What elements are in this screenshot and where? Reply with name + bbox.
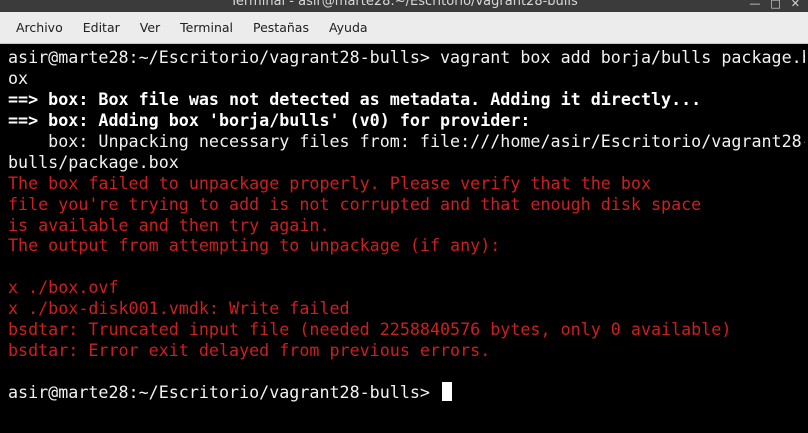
maximize-icon[interactable]: □ (770, 0, 780, 9)
window-title: Terminal - asir@marte28:~/Escritorio/vag… (230, 0, 578, 9)
menu-terminal[interactable]: Terminal (171, 16, 242, 39)
window-titlebar[interactable]: Terminal - asir@marte28:~/Escritorio/vag… (0, 0, 808, 12)
shell-prompt: asir@marte28:~/Escritorio/vagrant28-bull… (8, 382, 441, 402)
minimize-icon[interactable]: — (749, 0, 760, 9)
terminal-line: box: Unpacking necessary files from: fil… (8, 130, 808, 151)
close-icon[interactable]: ✕ (791, 0, 800, 9)
terminal-line: bsdtar: Truncated input file (needed 225… (8, 319, 732, 340)
prompt-line[interactable]: asir@marte28:~/Escritorio/vagrant28-bull… (8, 382, 808, 403)
terminal-output[interactable]: asir@marte28:~/Escritorio/vagrant28-bull… (0, 44, 808, 433)
terminal-line: is available and then try again. (8, 214, 330, 235)
menu-bar: Archivo Editar Ver Terminal Pestañas Ayu… (0, 12, 808, 44)
terminal-line: asir@marte28:~/Escritorio/vagrant28-bull… (8, 47, 808, 67)
menu-ver[interactable]: Ver (131, 16, 169, 39)
menu-pestanas[interactable]: Pestañas (244, 16, 318, 39)
terminal-window: Terminal - asir@marte28:~/Escritorio/vag… (0, 0, 808, 433)
menu-archivo[interactable]: Archivo (7, 16, 72, 39)
terminal-line: The box failed to unpackage properly. Pl… (8, 172, 651, 193)
terminal-line: bsdtar: Error exit delayed from previous… (8, 340, 491, 361)
window-controls: — □ ✕ (749, 0, 800, 12)
menu-editar[interactable]: Editar (74, 16, 129, 39)
terminal-line: ==> box: Box file was not detected as me… (8, 88, 702, 109)
terminal-line: ox (8, 67, 29, 88)
terminal-line: ==> box: Adding box 'borja/bulls' (v0) f… (8, 109, 531, 130)
terminal-lines: asir@marte28:~/Escritorio/vagrant28-bull… (8, 47, 808, 382)
terminal-line: bulls/package.box (8, 151, 179, 172)
terminal-line: file you're trying to add is not corrupt… (8, 193, 702, 214)
terminal-line: The output from attempting to unpackage … (8, 235, 501, 256)
menu-ayuda[interactable]: Ayuda (320, 16, 377, 39)
terminal-line: x ./box.ovf (8, 277, 119, 298)
text-cursor (442, 382, 453, 401)
terminal-line: x ./box-disk001.vmdk: Write failed (8, 298, 350, 319)
